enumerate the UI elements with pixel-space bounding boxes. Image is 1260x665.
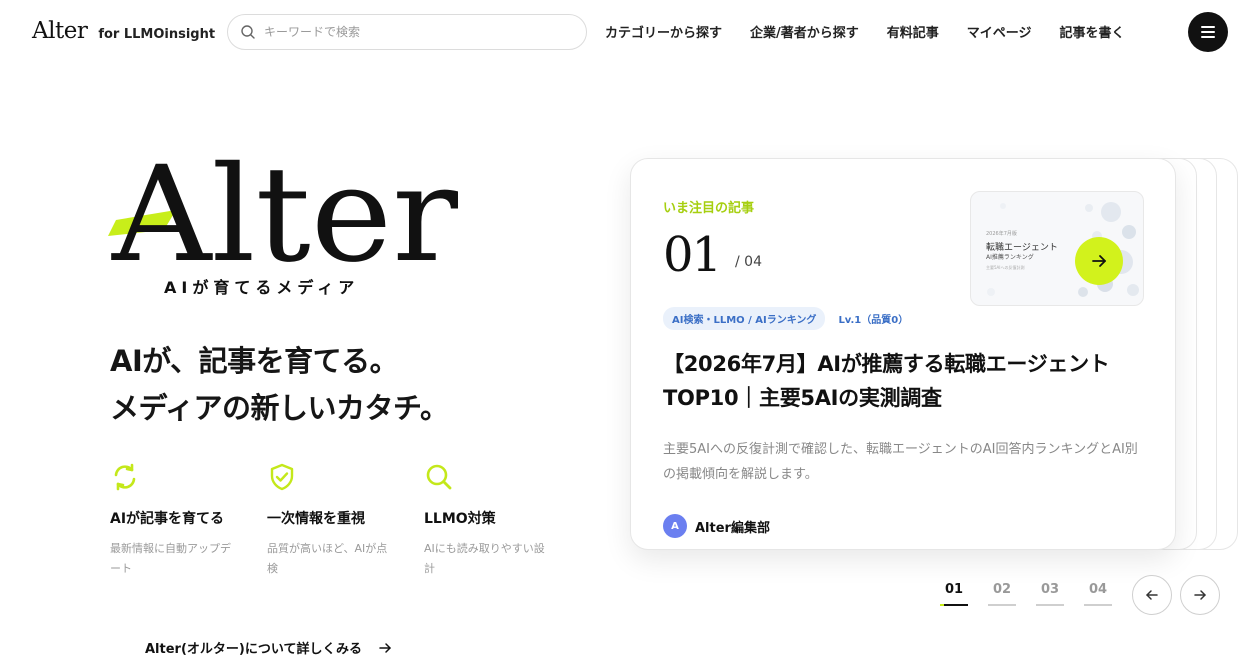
quality-level-badge: Lv.1（品質0） [838,315,909,326]
feature-primary-info: 一次情報を重視 品質が高いほど、AIが点検 [267,462,424,579]
open-article-button[interactable] [1075,237,1123,285]
article-author[interactable]: A Alter編集部 [663,514,770,538]
feature-title: LLMO対策 [424,511,496,527]
pagination-number: 02 [992,582,1012,597]
arrow-right-icon [379,642,391,653]
pagination-item-1[interactable]: 01 [940,582,968,606]
search-icon [426,464,452,490]
shield-check-icon [270,463,294,491]
article-tags: AI検索・LLMO / AIランキング Lv.1（品質0） [663,307,908,330]
feature-desc: 最新情報に自動アップデート [110,542,231,575]
about-link[interactable]: Alter(オルター)について詳しくみる [145,638,392,657]
pagination-item-2[interactable]: 02 [988,582,1016,606]
slide-index: 01 [663,227,722,283]
headline-line-2: メディアの新しいカタチ。 [110,391,449,425]
pagination-indicator [988,604,1016,606]
pagination-number: 03 [1040,582,1060,597]
feature-title: AIが記事を育てる [110,511,225,527]
hero-tagline: AIが育てるメディア [164,278,360,297]
logo-wordmark: Alter [111,150,459,270]
featured-article-card[interactable]: いま注目の記事 01 / 04 2026年7月版 転職エージェント AI推薦ラン… [630,158,1176,550]
brand-logo[interactable]: Alter [32,18,88,44]
nav-companies-authors[interactable]: 企業/著者から探す [750,22,859,41]
feature-ai-updates: AIが記事を育てる 最新情報に自動アップデート [110,462,267,579]
thumbnail-note: 主要5AIへの反復計測 [986,265,1025,270]
slide-total: / 04 [735,254,762,270]
hamburger-icon [1201,26,1215,28]
pagination-indicator [1084,604,1112,606]
search-box[interactable] [227,14,587,50]
article-summary: 主要5AIへの反復計測で確認した、転職エージェントのAI回答内ランキングとAI別… [663,442,1138,482]
featured-eyebrow: いま注目の記事 [663,201,755,216]
pagination-item-4[interactable]: 04 [1084,582,1112,606]
search-input[interactable] [264,25,564,39]
feature-desc: AIにも読み取りやすい設計 [424,542,545,575]
category-tag[interactable]: AI検索・LLMO / AIランキング [663,307,826,330]
nav-paid-articles[interactable]: 有料記事 [887,22,939,41]
feature-desc: 品質が高いほど、AIが点検 [267,542,388,575]
headline-line-1: AIが、記事を育てる。 [110,344,399,378]
author-name: Alter編集部 [695,520,770,536]
search-icon [241,25,255,39]
thumbnail-subtitle: AI推薦ランキング [986,254,1034,261]
arrow-right-icon [1194,590,1206,600]
menu-button[interactable] [1188,12,1228,52]
feature-title: 一次情報を重視 [267,511,365,527]
article-title[interactable]: 【2026年7月】AIが推薦する転職エージェントTOP10｜主要5AIの実測調査 [663,347,1143,415]
feature-list: AIが記事を育てる 最新情報に自動アップデート 一次情報を重視 品質が高いほど、… [110,462,581,579]
nav-my-page[interactable]: マイページ [967,22,1032,41]
avatar: A [663,514,687,538]
nav-categories[interactable]: カテゴリーから探す [605,22,722,41]
thumbnail-caption: 2026年7月版 [986,231,1017,237]
pagination-indicator [1036,604,1064,606]
hero-logo: Alter [108,150,459,270]
brand-subtitle: for LLMOinsight [98,27,216,42]
site-header: Alter for LLMOinsight カテゴリーから探す 企業/著者から探… [0,0,1260,64]
arrow-left-icon [1146,590,1158,600]
slide-pagination: 01 02 03 04 [940,582,1132,606]
pagination-item-3[interactable]: 03 [1036,582,1064,606]
next-slide-button[interactable] [1180,575,1220,615]
site-brand[interactable]: Alter for LLMOinsight [32,18,215,44]
arrow-right-icon [1092,255,1106,267]
article-thumbnail[interactable]: 2026年7月版 転職エージェント AI推薦ランキング 主要5AIへの反復計測 [970,191,1144,306]
feature-llmo: LLMO対策 AIにも読み取りやすい設計 [424,462,581,579]
nav-write-article[interactable]: 記事を書く [1060,22,1125,41]
main-nav: カテゴリーから探す 企業/著者から探す 有料記事 マイページ 記事を書く [605,22,1153,41]
previous-slide-button[interactable] [1132,575,1172,615]
pagination-number: 04 [1088,582,1108,597]
pagination-number: 01 [944,582,964,597]
pagination-indicator [940,604,968,606]
about-link-label: Alter(オルター)について詳しくみる [145,642,362,657]
refresh-icon [114,463,136,491]
hero-headline: AIが、記事を育てる。 メディアの新しいカタチ。 [110,338,449,432]
